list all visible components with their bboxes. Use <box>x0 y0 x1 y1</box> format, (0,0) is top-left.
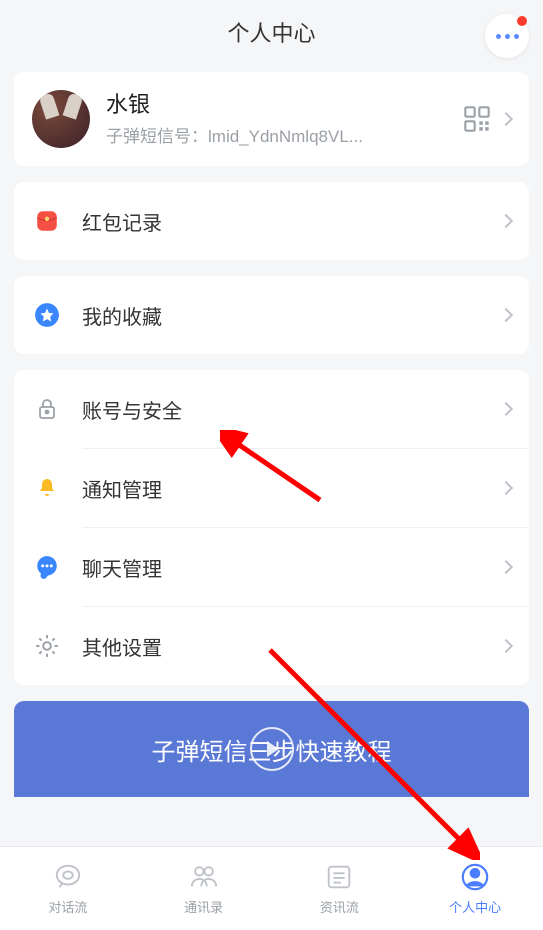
chat-icon <box>32 552 62 582</box>
bell-icon <box>32 473 62 503</box>
profile-id: 子弹短信号：lmid_YdnNmlq8VL... <box>106 122 463 147</box>
redpacket-card: 红包记录 <box>14 182 529 260</box>
profile-name: 水银 <box>106 91 463 120</box>
tab-profile[interactable]: 个人中心 <box>407 847 543 930</box>
security-row[interactable]: 账号与安全 <box>14 370 529 448</box>
favorites-label: 我的收藏 <box>82 301 501 330</box>
chevron-right-icon <box>499 639 513 653</box>
chevron-right-icon <box>499 402 513 416</box>
tabbar: 对话流 通讯录 资讯流 <box>0 846 543 930</box>
favorites-row[interactable]: 我的收藏 <box>14 276 529 354</box>
redpacket-row[interactable]: 红包记录 <box>14 182 529 260</box>
page-title: 个人中心 <box>227 16 315 48</box>
chat-flow-icon <box>52 861 84 893</box>
redpacket-label: 红包记录 <box>82 207 501 236</box>
profile-row[interactable]: 水银 子弹短信号：lmid_YdnNmlq8VL... <box>14 72 529 166</box>
avatar <box>32 90 90 148</box>
favorites-card: 我的收藏 <box>14 276 529 354</box>
news-icon <box>323 861 355 893</box>
lock-icon <box>32 394 62 424</box>
notification-dot <box>517 16 527 26</box>
more-button[interactable] <box>485 14 529 58</box>
header: 个人中心 <box>0 0 543 64</box>
tab-news[interactable]: 资讯流 <box>272 847 408 930</box>
chat-settings-label: 聊天管理 <box>82 553 501 582</box>
tab-contacts[interactable]: 通讯录 <box>136 847 272 930</box>
notifications-label: 通知管理 <box>82 474 501 503</box>
tutorial-banner[interactable]: 子弹短信三步快速教程 <box>14 701 529 797</box>
tab-profile-label: 个人中心 <box>449 897 501 916</box>
chevron-right-icon <box>499 560 513 574</box>
chat-settings-row[interactable]: 聊天管理 <box>14 528 529 606</box>
qr-icon <box>463 105 491 133</box>
content: 水银 子弹短信号：lmid_YdnNmlq8VL... <box>0 64 543 685</box>
redpacket-icon <box>32 206 62 236</box>
more-icon <box>496 34 519 39</box>
tab-contacts-label: 通讯录 <box>184 897 223 916</box>
people-icon <box>188 861 220 893</box>
chevron-right-icon <box>499 214 513 228</box>
chevron-right-icon <box>499 308 513 322</box>
notifications-row[interactable]: 通知管理 <box>14 449 529 527</box>
favorites-icon <box>32 300 62 330</box>
security-label: 账号与安全 <box>82 395 501 424</box>
profile-info: 水银 子弹短信号：lmid_YdnNmlq8VL... <box>106 91 463 147</box>
tab-news-label: 资讯流 <box>320 897 359 916</box>
other-settings-label: 其他设置 <box>82 632 501 661</box>
tab-chat-label: 对话流 <box>48 897 87 916</box>
chevron-right-icon <box>499 481 513 495</box>
profile-card: 水银 子弹短信号：lmid_YdnNmlq8VL... <box>14 72 529 166</box>
tab-chat[interactable]: 对话流 <box>0 847 136 930</box>
settings-card: 账号与安全 通知管理 <box>14 370 529 685</box>
chevron-right-icon <box>499 112 513 126</box>
person-icon <box>459 861 491 893</box>
gear-icon <box>32 631 62 661</box>
play-icon <box>250 727 294 771</box>
other-settings-row[interactable]: 其他设置 <box>14 607 529 685</box>
